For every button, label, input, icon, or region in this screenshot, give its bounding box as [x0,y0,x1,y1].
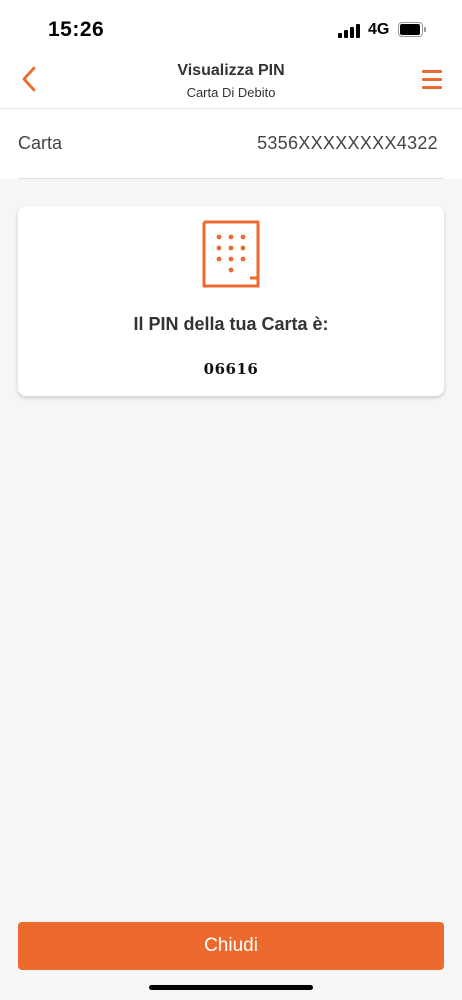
card-info-row: Carta 5356XXXXXXXX4322 [0,109,462,179]
pin-heading: Il PIN della tua Carta è: [133,314,329,334]
card-number: 5356XXXXXXXX4322 [257,133,438,153]
navigation-bar: Visualizza PIN Carta Di Debito [0,52,462,109]
keypad-icon [202,220,260,288]
hamburger-menu-icon [422,70,442,73]
card-label: Carta [18,133,63,153]
status-bar: 15:26 4G [0,0,462,52]
menu-button[interactable] [422,70,444,90]
divider [18,178,444,179]
status-time: 15:26 [48,18,105,41]
network-type: 4G [368,21,390,38]
signal-strength-icon [338,23,362,38]
page-title: Visualizza PIN [177,62,285,79]
pin-card: Il PIN della tua Carta è: 06616 [18,206,444,396]
battery-icon [398,22,426,37]
home-indicator [149,985,313,990]
page-subtitle: Carta Di Debito [186,85,276,100]
close-button[interactable]: Chiudi [18,922,444,970]
pin-value: 06616 [203,360,259,378]
